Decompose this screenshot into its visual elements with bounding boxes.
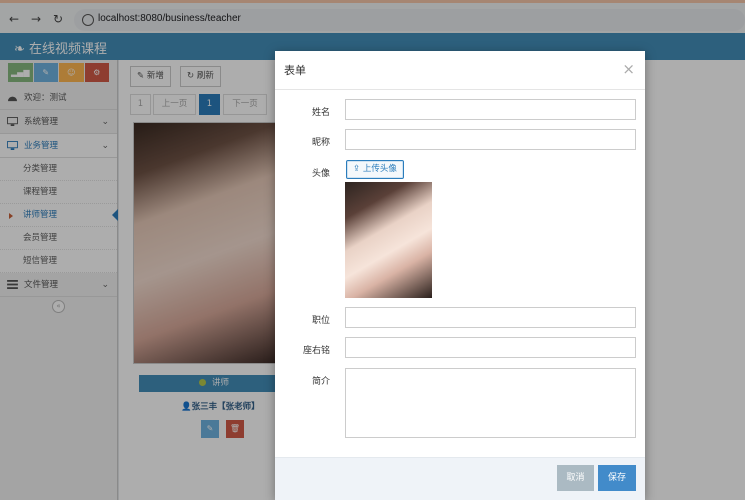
upload-icon: ⇪ xyxy=(353,164,363,174)
motto-label: 座右铭 xyxy=(302,346,330,356)
nickname-label: 昵称 xyxy=(311,138,330,148)
avatar-label: 头像 xyxy=(311,169,330,179)
name-field[interactable] xyxy=(345,99,636,120)
close-icon[interactable]: × xyxy=(622,60,635,78)
save-button[interactable]: 保存 xyxy=(598,465,636,491)
form-modal: 表单 × 姓名 昵称 头像 ⇪ 上传头像 职位 座右铭 简介 取消 保存 xyxy=(275,51,645,500)
modal-title: 表单 xyxy=(284,64,306,77)
position-label: 职位 xyxy=(311,316,330,326)
intro-label: 简介 xyxy=(311,377,330,387)
cancel-button[interactable]: 取消 xyxy=(557,465,594,491)
modal-footer: 取消 保存 xyxy=(275,457,645,500)
avatar-preview xyxy=(345,182,432,298)
nickname-field[interactable] xyxy=(345,129,636,150)
upload-avatar-button[interactable]: ⇪ 上传头像 xyxy=(346,160,404,179)
modal-header: 表单 × xyxy=(275,51,645,90)
name-label: 姓名 xyxy=(311,108,330,118)
position-field[interactable] xyxy=(345,307,636,328)
intro-textarea[interactable] xyxy=(345,368,636,438)
motto-field[interactable] xyxy=(345,337,636,358)
